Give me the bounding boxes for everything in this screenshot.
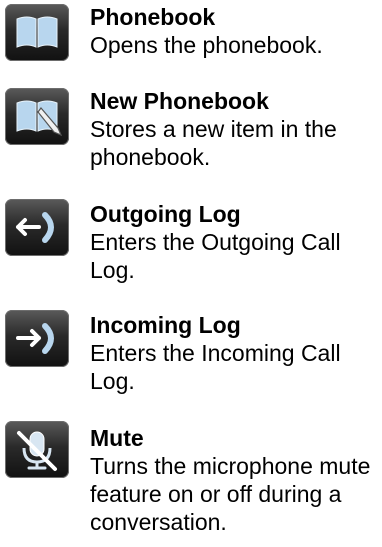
item-description: Stores a new item in the phonebook. — [90, 116, 337, 170]
item-description: Enters the Outgoing Call Log. — [90, 229, 341, 283]
item-title: Incoming Log — [90, 312, 241, 338]
item-title: Phonebook — [90, 4, 216, 30]
item-title: Outgoing Log — [90, 201, 241, 227]
mute-microphone-icon[interactable] — [5, 421, 69, 478]
outgoing-call-icon[interactable] — [5, 199, 69, 256]
incoming-call-icon[interactable] — [5, 310, 69, 367]
item-description: Turns the microphone mute feature on or … — [90, 453, 371, 535]
item-title: New Phonebook — [90, 88, 269, 114]
item-description: Opens the phonebook. — [90, 32, 323, 58]
book-pencil-icon[interactable] — [5, 88, 69, 145]
item-description: Enters the Incoming Call Log. — [90, 340, 341, 394]
book-icon[interactable] — [5, 4, 69, 61]
item-title: Mute — [90, 425, 144, 451]
